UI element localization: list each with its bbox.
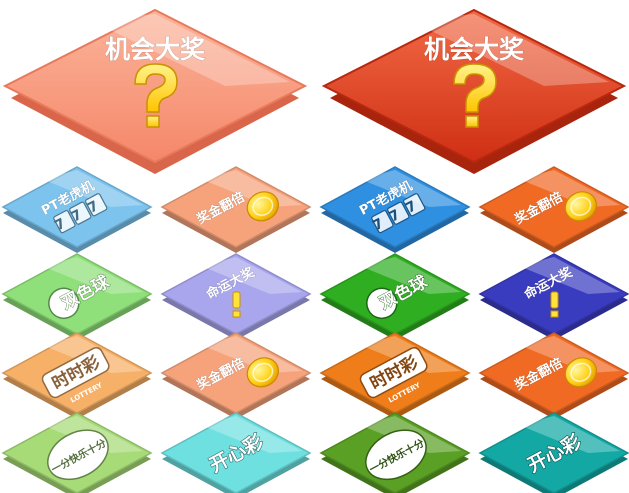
small-tile-3-1[interactable]: 时时彩LOTTERY [1, 332, 153, 419]
small-tile-1-1[interactable]: PT老虎机777 [1, 166, 153, 253]
small-tile-1-4[interactable]: 奖金翻倍 [478, 166, 629, 253]
small-tile-3-3[interactable]: 时时彩LOTTERY [319, 332, 471, 419]
big-tile-label: 机会大奖 [424, 35, 524, 64]
big-tile-label: 机会大奖 [105, 35, 205, 64]
small-tile-4-4[interactable]: 开心彩 [478, 412, 629, 493]
big-tile-light[interactable]: 机会大奖 [2, 8, 308, 174]
small-tile-2-1[interactable]: 双色球 [1, 253, 153, 340]
small-tile-1-2[interactable]: 奖金翻倍 [160, 166, 312, 253]
small-tile-2-4[interactable]: 命运大奖 [478, 253, 629, 340]
small-tile-4-1[interactable]: 一分快乐十分 [1, 412, 153, 493]
small-tile-2-2[interactable]: 命运大奖 [160, 253, 312, 340]
big-tile-dark[interactable]: 机会大奖 [321, 8, 627, 174]
small-tile-3-2[interactable]: 奖金翻倍 [160, 332, 312, 419]
small-tile-3-4[interactable]: 奖金翻倍 [478, 332, 629, 419]
small-tile-4-2[interactable]: 开心彩 [160, 412, 312, 493]
small-tile-4-3[interactable]: 一分快乐十分 [319, 412, 471, 493]
small-tile-1-3[interactable]: PT老虎机777 [319, 166, 471, 253]
small-tile-2-3[interactable]: 双色球 [319, 253, 471, 340]
